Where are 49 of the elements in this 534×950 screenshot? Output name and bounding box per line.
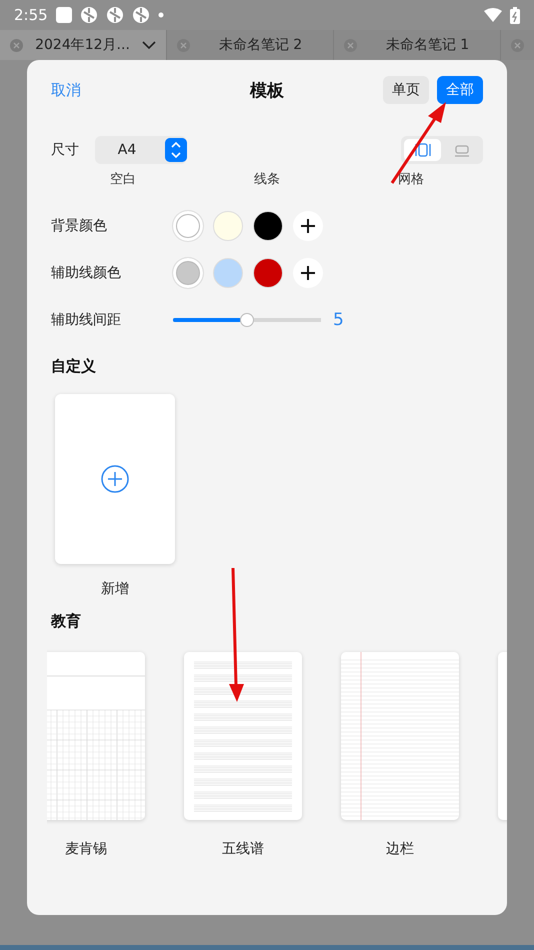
template-name: 新增 [100, 580, 130, 598]
template-thumbnail[interactable] [341, 652, 459, 820]
style-label[interactable]: 空白 [110, 172, 136, 188]
section-heading: 自定义 [51, 357, 97, 376]
plus-icon [300, 264, 316, 280]
setting-label: 背景颜色 [51, 216, 108, 234]
add-icon [100, 464, 130, 494]
orientation-option[interactable] [404, 139, 441, 161]
color-swatch[interactable] [253, 210, 283, 240]
dialog-title: 模板 [248, 80, 285, 102]
style-label[interactable]: 线条 [254, 172, 280, 188]
template-thumbnail[interactable] [47, 652, 145, 820]
color-swatch[interactable] [213, 210, 243, 240]
plus-icon [300, 218, 316, 234]
close-icon[interactable] [344, 38, 357, 52]
color-swatch[interactable] [213, 258, 243, 288]
template-name: 边栏 [386, 840, 414, 858]
setting-label: 辅助线颜色 [51, 264, 122, 282]
close-icon[interactable] [511, 38, 524, 52]
new-template-card[interactable] [55, 394, 175, 564]
wifi-icon [484, 8, 502, 22]
note-tab[interactable]: 2024年12月... [0, 30, 167, 60]
scope-button[interactable]: 全部 [437, 76, 483, 104]
color-swatch[interactable] [253, 258, 283, 288]
color-swatch[interactable] [173, 210, 203, 240]
style-label[interactable]: 网格 [398, 172, 424, 188]
scope-button[interactable]: 单页 [383, 76, 429, 104]
slider-thumb[interactable] [240, 312, 254, 326]
landscape-page-icon [454, 143, 470, 157]
size-label: 尺寸 [51, 141, 79, 159]
close-icon[interactable] [177, 38, 190, 52]
stepper-icon [165, 138, 187, 162]
status-time: 2:55 [14, 6, 48, 24]
setting-label: 辅助线间距 [51, 310, 122, 328]
chevron-down-icon[interactable] [142, 40, 156, 50]
battery-icon [510, 6, 520, 24]
template-name: 五线谱 [222, 840, 264, 858]
dot-icon [158, 12, 164, 18]
section-heading: 教育 [51, 612, 82, 631]
template-thumbnail[interactable] [184, 652, 302, 820]
add-color-button[interactable] [293, 258, 323, 288]
close-icon[interactable] [10, 38, 23, 52]
add-color-button[interactable] [293, 210, 323, 240]
notification-icon [56, 7, 72, 23]
spacing-value: 5 [333, 310, 344, 330]
template-name: 麦肯锡 [65, 840, 107, 858]
size-picker[interactable]: A4 [95, 136, 187, 164]
portrait-page-icon [414, 143, 430, 157]
color-swatch[interactable] [173, 258, 203, 288]
